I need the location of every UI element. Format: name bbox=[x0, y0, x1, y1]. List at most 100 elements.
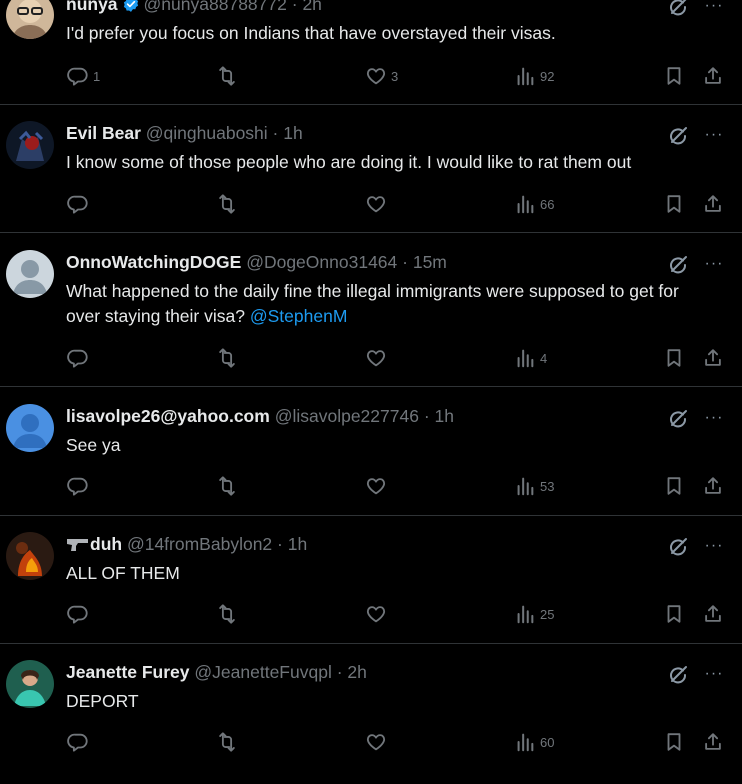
display-name[interactable]: OnnoWatchingDOGE bbox=[66, 252, 241, 272]
more-icon[interactable]: ··· bbox=[702, 256, 726, 278]
reply-button[interactable]: 1 bbox=[67, 65, 100, 87]
avatar[interactable] bbox=[6, 0, 54, 39]
handle[interactable]: @nunya88788772 bbox=[144, 0, 287, 14]
display-name[interactable]: nunya bbox=[66, 0, 118, 14]
reply-tweet[interactable]: lisavolpe26@yahoo.com @lisavolpe227746 ·… bbox=[0, 387, 742, 516]
like-button[interactable] bbox=[365, 475, 387, 497]
views-button[interactable]: 25 bbox=[514, 603, 554, 625]
repost-button[interactable] bbox=[216, 347, 238, 369]
share-button[interactable] bbox=[702, 731, 724, 753]
avatar[interactable] bbox=[6, 660, 54, 708]
display-name[interactable]: Evil Bear bbox=[66, 123, 141, 143]
grok-icon[interactable] bbox=[666, 253, 690, 277]
share-button[interactable] bbox=[702, 65, 724, 87]
share-button[interactable] bbox=[702, 475, 724, 497]
bookmark-button[interactable] bbox=[663, 65, 685, 87]
like-button[interactable] bbox=[365, 347, 387, 369]
like-button[interactable] bbox=[365, 603, 387, 625]
share-icon bbox=[702, 193, 724, 215]
timestamp[interactable]: 15m bbox=[413, 252, 447, 272]
timestamp[interactable]: 1h bbox=[435, 406, 454, 426]
separator: · bbox=[272, 123, 279, 143]
share-button[interactable] bbox=[702, 347, 724, 369]
more-icon[interactable]: ··· bbox=[702, 410, 726, 432]
bookmark-button[interactable] bbox=[663, 347, 685, 369]
handle[interactable]: @qinghuaboshi bbox=[146, 123, 268, 143]
views-button[interactable]: 66 bbox=[514, 193, 554, 215]
like-count: 3 bbox=[391, 68, 399, 84]
like-icon bbox=[365, 193, 387, 215]
reply-tweet[interactable]: Jeanette Furey @JeanetteFuvqpl · 2h ··· … bbox=[0, 644, 742, 784]
like-button[interactable] bbox=[365, 731, 387, 753]
reply-button[interactable] bbox=[67, 347, 89, 369]
views-icon bbox=[514, 193, 536, 215]
avatar[interactable] bbox=[6, 404, 54, 452]
mention-link[interactable]: @StephenM bbox=[250, 306, 348, 326]
timestamp[interactable]: 1h bbox=[288, 534, 307, 554]
avatar[interactable] bbox=[6, 121, 54, 169]
reply-button[interactable] bbox=[67, 193, 89, 215]
grok-icon[interactable] bbox=[666, 407, 690, 431]
bookmark-button[interactable] bbox=[663, 603, 685, 625]
views-icon bbox=[514, 65, 536, 87]
handle[interactable]: @14fromBabylon2 bbox=[127, 534, 272, 554]
timestamp[interactable]: 1h bbox=[283, 123, 302, 143]
repost-button[interactable] bbox=[216, 603, 238, 625]
handle[interactable]: @DogeOnno31464 bbox=[246, 252, 397, 272]
views-count: 25 bbox=[540, 606, 555, 622]
display-name[interactable]: Jeanette Furey bbox=[66, 662, 190, 682]
grok-icon[interactable] bbox=[666, 124, 690, 148]
views-count: 92 bbox=[540, 68, 555, 84]
views-count: 4 bbox=[540, 350, 548, 366]
repost-button[interactable] bbox=[216, 193, 238, 215]
like-button[interactable]: 3 bbox=[365, 65, 398, 87]
reply-button[interactable] bbox=[67, 731, 89, 753]
timestamp[interactable]: 2h bbox=[347, 662, 366, 682]
grok-icon[interactable] bbox=[666, 535, 690, 559]
reply-button[interactable] bbox=[67, 475, 89, 497]
display-name[interactable]: duh bbox=[90, 534, 122, 554]
bookmark-button[interactable] bbox=[663, 731, 685, 753]
more-icon[interactable]: ··· bbox=[702, 538, 726, 560]
handle[interactable]: @lisavolpe227746 bbox=[275, 406, 419, 426]
avatar[interactable] bbox=[6, 532, 54, 580]
more-icon[interactable]: ··· bbox=[702, 666, 726, 688]
like-button[interactable] bbox=[365, 193, 387, 215]
reply-tweet[interactable]: OnnoWatchingDOGE @DogeOnno31464 · 15m ··… bbox=[0, 233, 742, 387]
views-button[interactable]: 53 bbox=[514, 475, 554, 497]
display-name[interactable]: lisavolpe26@yahoo.com bbox=[66, 406, 270, 426]
grok-icon[interactable] bbox=[666, 0, 690, 19]
reply-button[interactable] bbox=[67, 603, 89, 625]
reply-tweet[interactable]: Evil Bear @qinghuaboshi · 1h ··· I know … bbox=[0, 105, 742, 233]
bookmark-icon bbox=[663, 475, 685, 497]
repost-icon bbox=[216, 347, 238, 369]
avatar[interactable] bbox=[6, 250, 54, 298]
tweet-text: See ya bbox=[66, 435, 121, 455]
repost-button[interactable] bbox=[216, 65, 238, 87]
handle[interactable]: @JeanetteFuvqpl bbox=[194, 662, 331, 682]
reply-icon bbox=[67, 731, 89, 753]
share-button[interactable] bbox=[702, 193, 724, 215]
timestamp[interactable]: 2h bbox=[302, 0, 321, 14]
views-button[interactable]: 60 bbox=[514, 731, 554, 753]
views-button[interactable]: 4 bbox=[514, 347, 547, 369]
tweet-text: DEPORT bbox=[66, 691, 139, 711]
repost-button[interactable] bbox=[216, 731, 238, 753]
tweet-text: What happened to the daily fine the ille… bbox=[66, 279, 716, 329]
views-count: 60 bbox=[540, 734, 555, 750]
separator: · bbox=[402, 252, 408, 272]
bookmark-button[interactable] bbox=[663, 475, 685, 497]
reply-tweet[interactable]: duh @14fromBabylon2 · 1h ··· ALL OF THEM… bbox=[0, 516, 742, 644]
pistol-icon bbox=[66, 536, 90, 557]
more-icon[interactable]: ··· bbox=[702, 0, 726, 20]
bookmark-icon bbox=[663, 193, 685, 215]
reply-tweet[interactable]: nunya @nunya88788772 · 2h ··· I'd prefer … bbox=[0, 0, 742, 105]
share-icon bbox=[702, 65, 724, 87]
grok-icon[interactable] bbox=[666, 663, 690, 687]
share-button[interactable] bbox=[702, 603, 724, 625]
bookmark-button[interactable] bbox=[663, 193, 685, 215]
like-icon bbox=[365, 347, 387, 369]
views-button[interactable]: 92 bbox=[514, 65, 554, 87]
more-icon[interactable]: ··· bbox=[702, 127, 726, 149]
repost-button[interactable] bbox=[216, 475, 238, 497]
